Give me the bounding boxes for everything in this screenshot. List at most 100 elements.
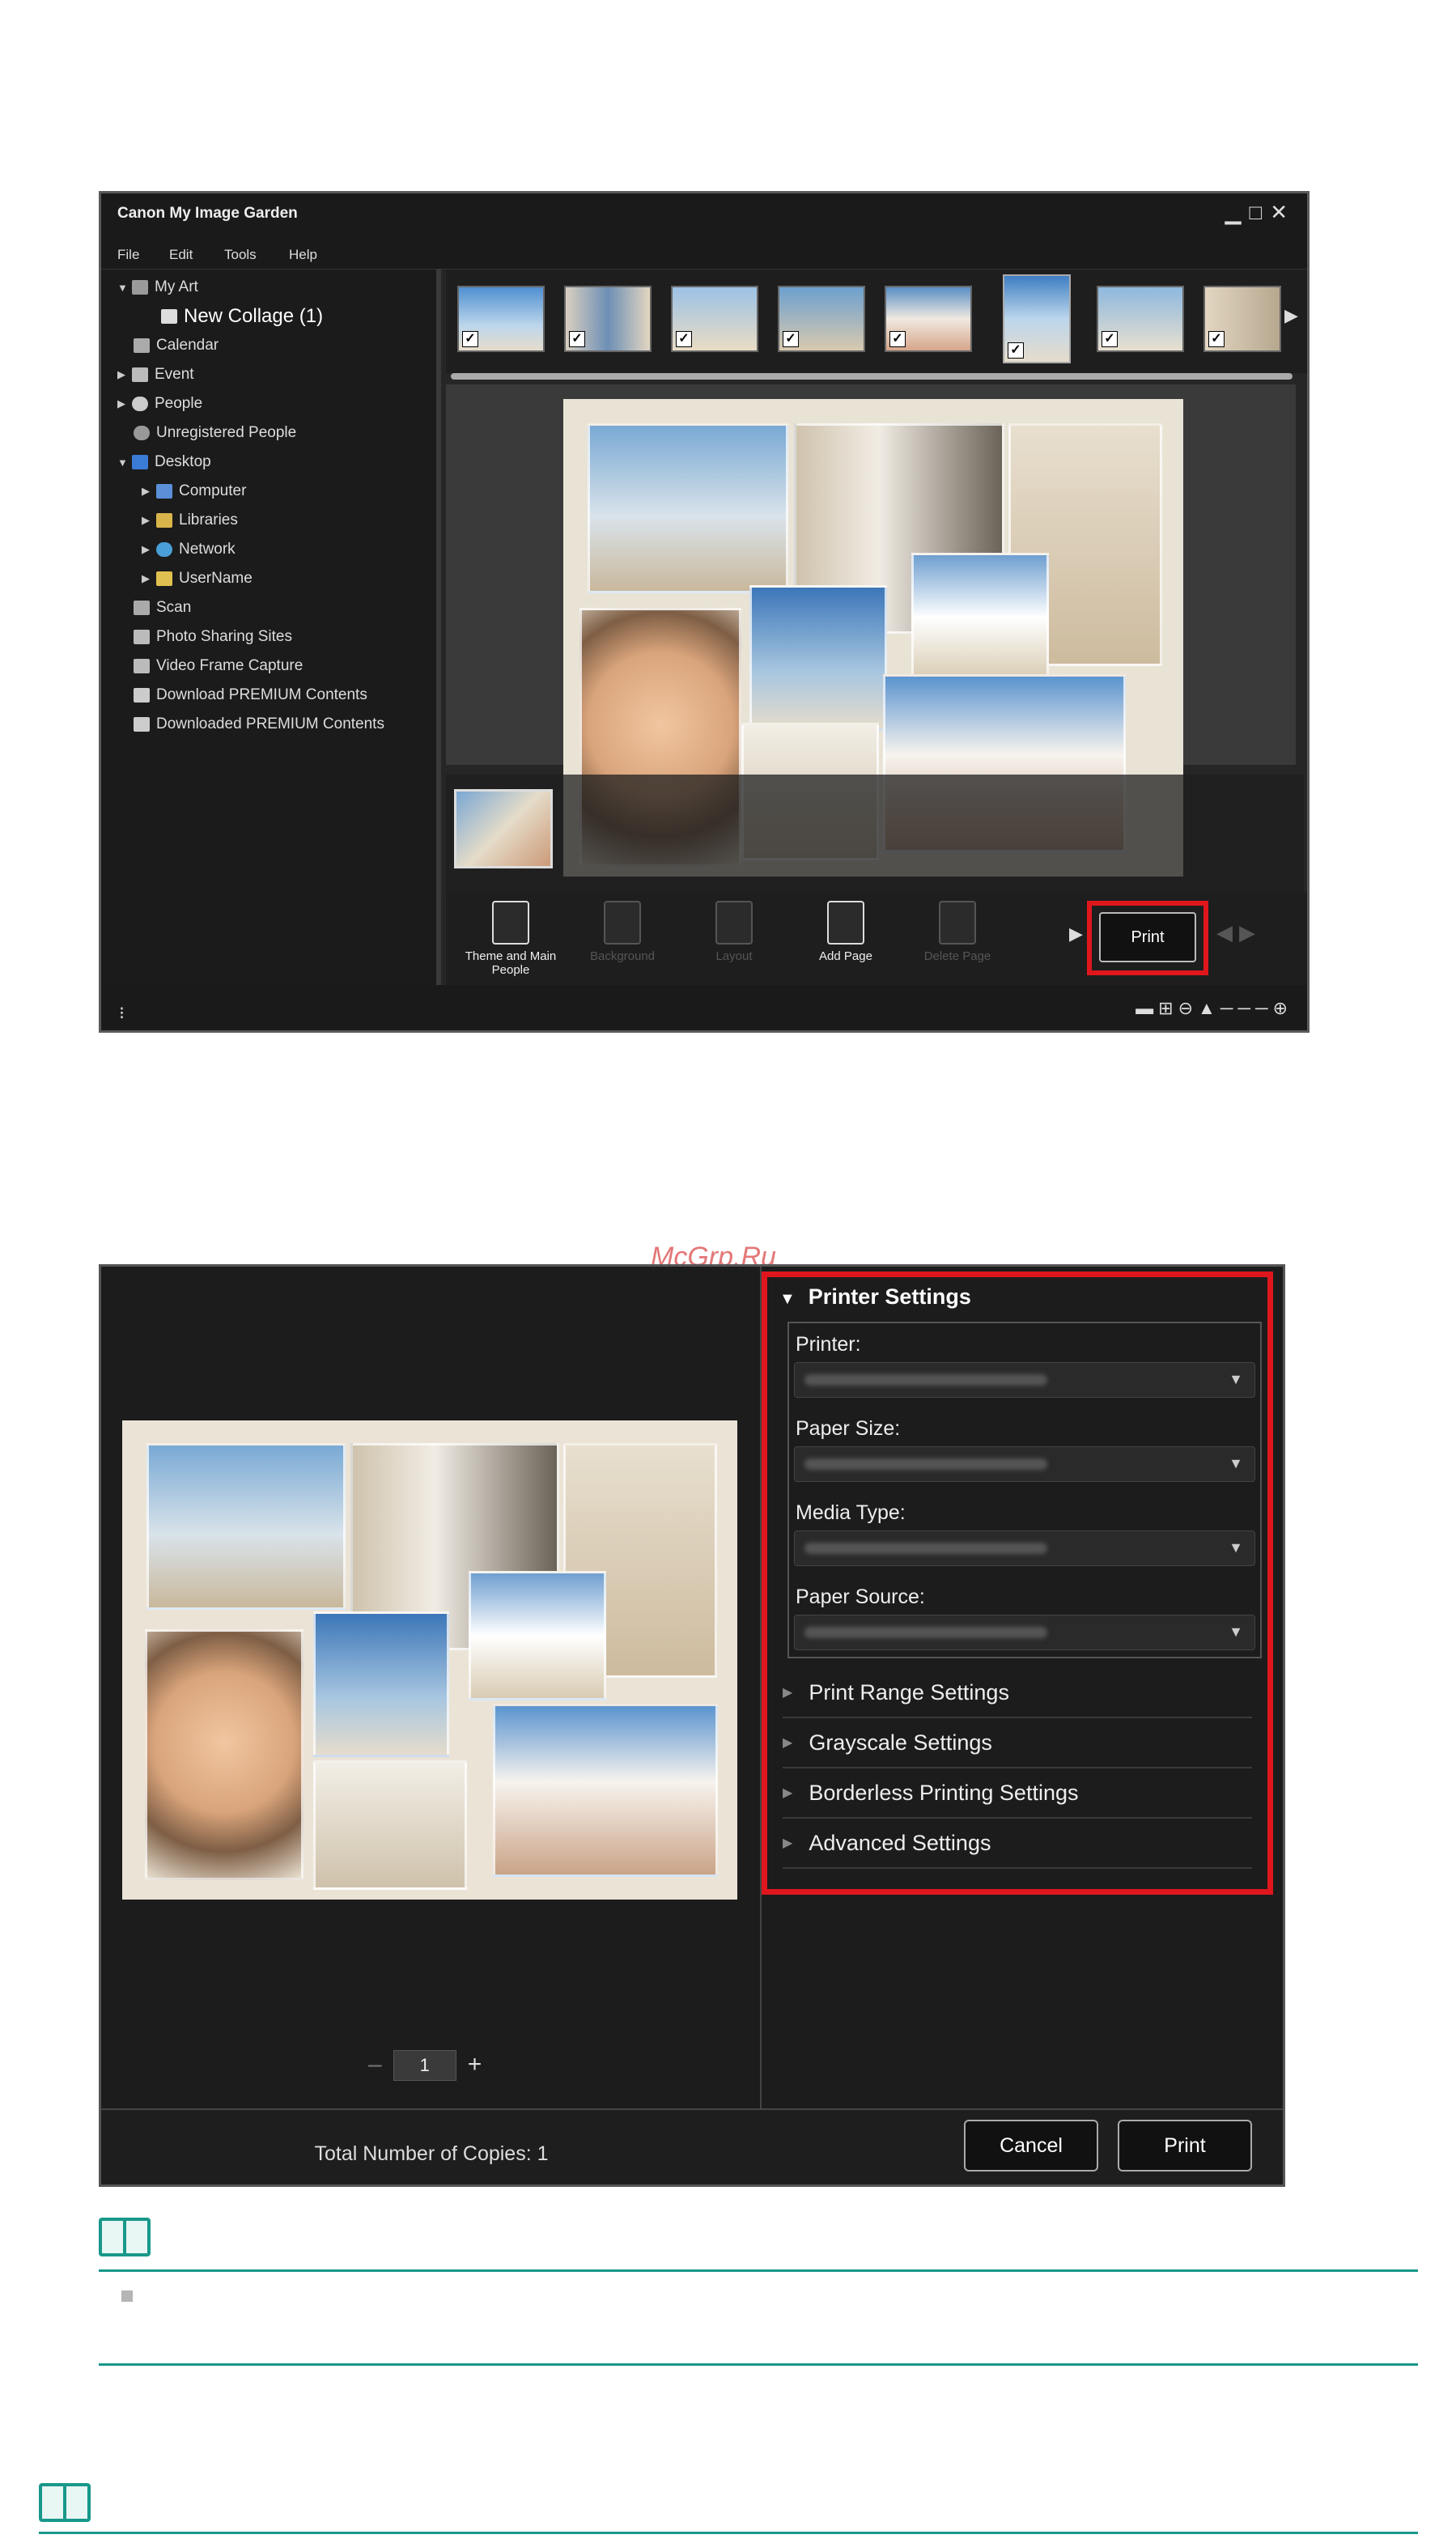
tree-item-libraries[interactable]: ▶ Libraries [142, 506, 238, 535]
media-type-select[interactable]: ▼ [794, 1530, 1255, 1566]
app-title: Canon My Image Garden [117, 205, 298, 222]
previous-page-icon[interactable]: ◀ [1216, 920, 1239, 945]
window-controls: ▁□✕ [1225, 200, 1296, 225]
thumbnail-scrollbar[interactable] [451, 373, 1293, 380]
menu-edit[interactable]: Edit [169, 247, 193, 263]
total-copies-text: Total Number of Copies: 1 [314, 2142, 549, 2165]
cancel-button[interactable]: Cancel [964, 2120, 1098, 2172]
blurred-value [804, 1374, 1047, 1386]
menu-tools[interactable]: Tools [224, 247, 257, 263]
blurred-value [804, 1627, 1047, 1638]
printer-settings-header[interactable]: ▼ Printer Settings [779, 1284, 971, 1310]
photo-city-skyline[interactable] [749, 585, 887, 731]
checkbox-checked[interactable]: ✓ [889, 331, 906, 347]
thumbnail[interactable]: ✓ [564, 286, 652, 352]
collapsed-arrow-icon[interactable]: ▶ [142, 543, 156, 556]
tree-item-new-collage[interactable]: New Collage (1) [161, 302, 323, 331]
info-icon[interactable]: ⁝ [119, 1003, 125, 1024]
dropdown-arrow-icon: ▼ [1229, 1539, 1243, 1556]
close-icon[interactable]: ✕ [1270, 200, 1296, 224]
dropdown-arrow-icon: ▼ [1229, 1624, 1243, 1640]
copies-input[interactable]: 1 [393, 2050, 456, 2081]
full-view-icon[interactable]: ⊞ [1158, 998, 1178, 1018]
delete-page-button[interactable]: Delete Page [909, 901, 1006, 963]
collapsed-arrow-icon[interactable]: ▶ [142, 514, 156, 527]
zoom-in-icon[interactable]: ⊕ [1273, 998, 1293, 1018]
photo-beach-jump[interactable] [911, 553, 1049, 682]
thumbnail[interactable]: ✓ [1203, 286, 1281, 352]
add-page-icon [827, 901, 864, 945]
toolbar-scroll-icon[interactable]: ▶ [1069, 923, 1083, 945]
collapsed-arrow-icon[interactable]: ▶ [142, 572, 156, 585]
tree-item-download-premium[interactable]: Download PREMIUM Contents [134, 681, 367, 710]
checkbox-checked[interactable]: ✓ [569, 331, 585, 347]
person-icon [132, 397, 148, 411]
tree-item-username[interactable]: ▶ UserName [142, 564, 253, 593]
print-button[interactable]: Print [1118, 2120, 1252, 2172]
thumbnail[interactable]: ✓ [1097, 286, 1184, 352]
printer-select[interactable]: ▼ [794, 1362, 1255, 1398]
print-button[interactable]: Print [1099, 912, 1196, 962]
photo-sharing-icon [134, 630, 150, 644]
tree-item-desktop[interactable]: ▼ Desktop [117, 448, 211, 477]
paper-size-select[interactable]: ▼ [794, 1446, 1255, 1482]
photo-sea-lion[interactable] [588, 423, 788, 593]
status-bar [101, 985, 1307, 1030]
collapsed-arrow-icon[interactable]: ▶ [117, 397, 132, 410]
checkbox-checked[interactable]: ✓ [462, 331, 478, 347]
menu-file[interactable]: File [117, 247, 139, 263]
expanded-arrow-icon[interactable]: ▼ [117, 282, 132, 294]
tree-item-video-frame-capture[interactable]: Video Frame Capture [134, 652, 303, 681]
tree-item-unregistered-people[interactable]: Unregistered People [134, 418, 296, 448]
my-art-icon [132, 280, 148, 295]
tree-item-network[interactable]: ▶ Network [142, 535, 236, 564]
tree-item-computer[interactable]: ▶ Computer [142, 477, 246, 506]
tree-item-my-art[interactable]: ▼ My Art [117, 273, 198, 302]
expanded-arrow-icon[interactable]: ▼ [117, 456, 132, 469]
layout-button[interactable]: Layout [686, 901, 783, 963]
paper-source-select[interactable]: ▼ [794, 1615, 1255, 1650]
page-thumbnail[interactable] [454, 789, 553, 868]
print-range-settings-section[interactable]: ▶ Print Range Settings [783, 1668, 1252, 1718]
page-thumbnail-strip [446, 775, 1304, 893]
photo-sea-lion [146, 1443, 346, 1610]
tree-item-downloaded-premium[interactable]: Downloaded PREMIUM Contents [134, 710, 384, 739]
zoom-slider[interactable]: ▲─── [1198, 998, 1273, 1018]
view-mode-icon[interactable]: ▬ [1136, 998, 1158, 1018]
add-page-button[interactable]: Add Page [797, 901, 894, 963]
checkbox-checked[interactable]: ✓ [783, 331, 799, 347]
page-nav-arrows: ◀▶ [1216, 920, 1262, 945]
checkbox-checked[interactable]: ✓ [1208, 331, 1225, 347]
expanded-triangle-icon: ▼ [779, 1290, 796, 1308]
scroll-right-icon[interactable]: ▶ [1284, 305, 1298, 326]
increase-copies-button[interactable]: + [468, 2051, 482, 2078]
minimize-icon[interactable]: ▁ [1225, 200, 1249, 224]
collapsed-arrow-icon[interactable]: ▶ [117, 368, 132, 381]
tree-item-scan[interactable]: Scan [134, 593, 191, 622]
tree-item-people[interactable]: ▶ People [117, 389, 202, 418]
decrease-copies-button[interactable]: – [368, 2051, 382, 2078]
thumbnail-selected[interactable]: ✓ [1003, 274, 1071, 363]
menu-help[interactable]: Help [289, 247, 317, 263]
thumbnail[interactable]: ✓ [671, 286, 758, 352]
thumbnail[interactable]: ✓ [457, 286, 545, 352]
checkbox-checked[interactable]: ✓ [1102, 331, 1118, 347]
tree-item-event[interactable]: ▶ Event [117, 360, 194, 389]
checkbox-checked[interactable]: ✓ [676, 331, 692, 347]
next-page-icon[interactable]: ▶ [1239, 920, 1262, 945]
grayscale-settings-section[interactable]: ▶ Grayscale Settings [783, 1718, 1252, 1768]
advanced-settings-section[interactable]: ▶ Advanced Settings [783, 1819, 1252, 1869]
checkbox-checked[interactable]: ✓ [1008, 342, 1024, 359]
zoom-out-icon[interactable]: ⊖ [1178, 998, 1198, 1018]
collapsed-arrow-icon[interactable]: ▶ [142, 485, 156, 498]
maximize-icon[interactable]: □ [1249, 200, 1270, 224]
borderless-printing-settings-section[interactable]: ▶ Borderless Printing Settings [783, 1768, 1252, 1819]
thumbnail[interactable]: ✓ [778, 286, 865, 352]
tree-item-calendar[interactable]: Calendar [134, 331, 219, 360]
theme-and-main-people-button[interactable]: Theme and Main People [462, 901, 559, 977]
computer-icon [156, 484, 172, 499]
tree-item-photo-sharing-sites[interactable]: Photo Sharing Sites [134, 622, 292, 652]
event-icon [132, 367, 148, 382]
background-button[interactable]: Background [574, 901, 671, 963]
thumbnail[interactable]: ✓ [885, 286, 972, 352]
